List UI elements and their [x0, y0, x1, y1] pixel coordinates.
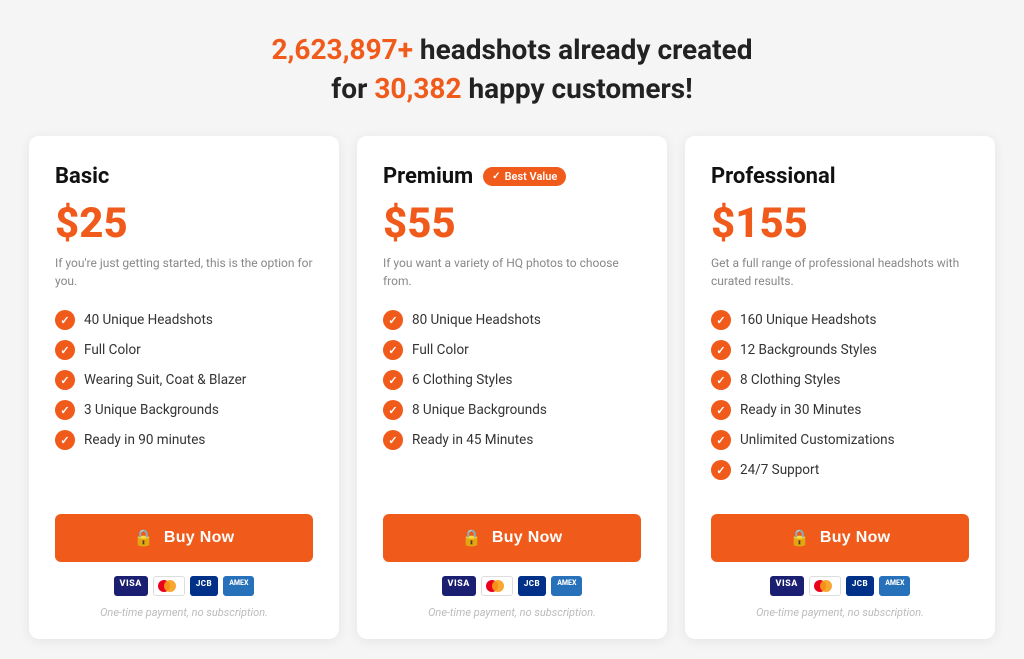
- check-icon: ✓: [55, 310, 75, 330]
- list-item: ✓8 Clothing Styles: [711, 370, 969, 390]
- plan-name-professional: Professional: [711, 164, 836, 189]
- check-icon: ✓: [383, 430, 403, 450]
- plan-name-basic: Basic: [55, 164, 109, 189]
- check-icon: ✓: [711, 340, 731, 360]
- list-item: ✓Ready in 30 Minutes: [711, 400, 969, 420]
- plan-card-basic: Basic $25 If you're just getting started…: [29, 136, 339, 639]
- visa-icon: VISA: [442, 576, 476, 596]
- plan-description-basic: If you're just getting started, this is …: [55, 254, 313, 290]
- plan-description-professional: Get a full range of professional headsho…: [711, 254, 969, 290]
- list-item: ✓3 Unique Backgrounds: [55, 400, 313, 420]
- list-item: ✓Wearing Suit, Coat & Blazer: [55, 370, 313, 390]
- features-list-professional: ✓160 Unique Headshots ✓12 Backgrounds St…: [711, 310, 969, 490]
- plan-card-professional: Professional $155 Get a full range of pr…: [685, 136, 995, 639]
- one-time-note-premium: One-time payment, no subscription.: [383, 606, 641, 619]
- features-list-basic: ✓40 Unique Headshots ✓Full Color ✓Wearin…: [55, 310, 313, 490]
- check-icon: ✓: [55, 340, 75, 360]
- header-line2-suffix: happy customers!: [462, 72, 693, 105]
- amex-icon: AMEX: [551, 576, 582, 596]
- list-item: ✓160 Unique Headshots: [711, 310, 969, 330]
- list-item: ✓8 Unique Backgrounds: [383, 400, 641, 420]
- visa-icon: VISA: [770, 576, 804, 596]
- list-item: ✓Ready in 45 Minutes: [383, 430, 641, 450]
- mastercard-icon: [809, 576, 841, 596]
- check-icon: ✓: [711, 400, 731, 420]
- plan-card-premium: Premium ✓ Best Value $55 If you want a v…: [357, 136, 667, 639]
- header-title: 2,623,897+ headshots already created for…: [271, 30, 752, 108]
- visa-icon: VISA: [114, 576, 148, 596]
- check-icon: ✓: [711, 460, 731, 480]
- mastercard-icon: [481, 576, 513, 596]
- check-icon: ✓: [55, 370, 75, 390]
- best-value-badge: ✓ Best Value: [483, 167, 566, 186]
- header-line1-suffix: headshots already created: [413, 33, 753, 66]
- check-icon: ✓: [711, 370, 731, 390]
- one-time-note-basic: One-time payment, no subscription.: [55, 606, 313, 619]
- header-line2-prefix: for: [331, 72, 374, 105]
- customers-count: 30,382: [374, 72, 461, 105]
- badge-check-icon: ✓: [492, 171, 500, 182]
- page-header: 2,623,897+ headshots already created for…: [271, 30, 752, 108]
- buy-now-button-premium[interactable]: 🔒 Buy Now: [383, 514, 641, 562]
- lock-icon: 🔒: [462, 528, 482, 548]
- jcb-icon: JCB: [518, 576, 546, 596]
- amex-icon: AMEX: [879, 576, 910, 596]
- check-icon: ✓: [711, 310, 731, 330]
- list-item: ✓Full Color: [383, 340, 641, 360]
- plan-price-premium: $55: [383, 199, 641, 248]
- list-item: ✓24/7 Support: [711, 460, 969, 480]
- check-icon: ✓: [383, 400, 403, 420]
- features-list-premium: ✓80 Unique Headshots ✓Full Color ✓6 Clot…: [383, 310, 641, 490]
- list-item: ✓6 Clothing Styles: [383, 370, 641, 390]
- mastercard-icon: [153, 576, 185, 596]
- check-icon: ✓: [383, 340, 403, 360]
- plan-title-row-premium: Premium ✓ Best Value: [383, 164, 641, 189]
- headshots-count: 2,623,897+: [271, 33, 413, 66]
- lock-icon: 🔒: [134, 528, 154, 548]
- check-icon: ✓: [711, 430, 731, 450]
- plan-description-premium: If you want a variety of HQ photos to ch…: [383, 254, 641, 290]
- jcb-icon: JCB: [190, 576, 218, 596]
- plan-price-basic: $25: [55, 199, 313, 248]
- list-item: ✓Unlimited Customizations: [711, 430, 969, 450]
- payment-icons-basic: VISA JCB AMEX: [55, 576, 313, 596]
- list-item: ✓Ready in 90 minutes: [55, 430, 313, 450]
- buy-now-button-basic[interactable]: 🔒 Buy Now: [55, 514, 313, 562]
- plan-title-row-basic: Basic: [55, 164, 313, 189]
- plans-container: Basic $25 If you're just getting started…: [22, 136, 1002, 639]
- check-icon: ✓: [383, 310, 403, 330]
- one-time-note-professional: One-time payment, no subscription.: [711, 606, 969, 619]
- check-icon: ✓: [383, 370, 403, 390]
- plan-price-professional: $155: [711, 199, 969, 248]
- list-item: ✓Full Color: [55, 340, 313, 360]
- list-item: ✓12 Backgrounds Styles: [711, 340, 969, 360]
- payment-icons-premium: VISA JCB AMEX: [383, 576, 641, 596]
- buy-now-button-professional[interactable]: 🔒 Buy Now: [711, 514, 969, 562]
- list-item: ✓40 Unique Headshots: [55, 310, 313, 330]
- check-icon: ✓: [55, 400, 75, 420]
- payment-icons-professional: VISA JCB AMEX: [711, 576, 969, 596]
- list-item: ✓80 Unique Headshots: [383, 310, 641, 330]
- check-icon: ✓: [55, 430, 75, 450]
- jcb-icon: JCB: [846, 576, 874, 596]
- plan-title-row-professional: Professional: [711, 164, 969, 189]
- lock-icon: 🔒: [790, 528, 810, 548]
- plan-name-premium: Premium: [383, 164, 473, 189]
- amex-icon: AMEX: [223, 576, 254, 596]
